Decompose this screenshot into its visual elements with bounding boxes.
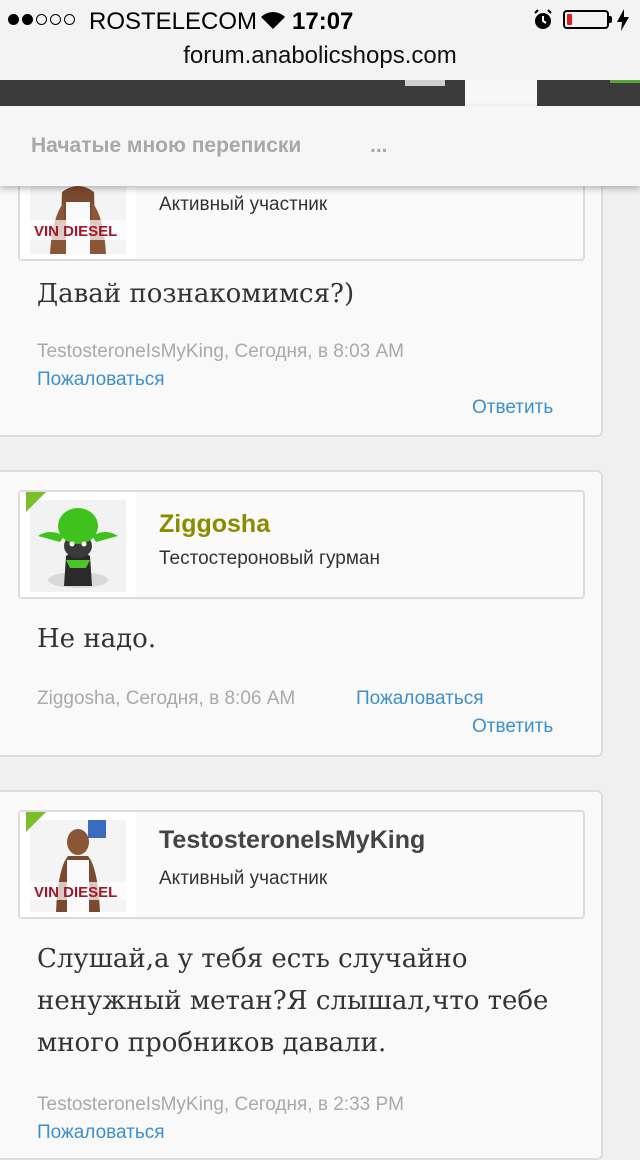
avatar-logo-text: VIN DIESEL xyxy=(34,884,117,901)
message-line: много пробников давали. xyxy=(37,1028,387,1058)
clock: 17:07 xyxy=(292,8,354,35)
post-3-avatar[interactable]: VIN DIESEL xyxy=(20,812,136,917)
started-conversations-link[interactable]: Начатые мною переписки xyxy=(31,134,301,158)
signal-strength-icon xyxy=(8,14,75,25)
status-bar: ROSTELECOM 17:07 xyxy=(0,0,640,40)
message-line: Слушай,а у тебя есть случайно xyxy=(37,944,468,974)
carrier-name: ROSTELECOM xyxy=(89,8,258,35)
post-2: Ziggosha Тестостероновый гурман Не надо.… xyxy=(0,470,603,757)
reply-link[interactable]: Ответить xyxy=(472,716,553,738)
username[interactable]: Ziggosha xyxy=(159,510,270,539)
post-1: VIN DIESEL Активный участник Давай позна… xyxy=(0,150,603,437)
post-3-user-info: VIN DIESEL TestosteroneIsMyKing Активный… xyxy=(18,810,585,919)
report-link[interactable]: Пожаловаться xyxy=(37,1122,165,1144)
post-message: Давай познакомимся?) xyxy=(37,279,355,309)
post-3: VIN DIESEL TestosteroneIsMyKing Активный… xyxy=(0,790,603,1160)
avatar-image xyxy=(30,500,126,592)
user-title: Активный участник xyxy=(159,194,328,215)
site-navbar xyxy=(0,80,640,106)
report-link[interactable]: Пожаловаться xyxy=(356,688,484,710)
report-link[interactable]: Пожаловаться xyxy=(37,369,165,391)
user-title: Активный участник xyxy=(159,868,328,889)
message-line: ненужный метан?Я слышал,что тебе xyxy=(37,986,549,1016)
post-message: Не надо. xyxy=(37,624,157,654)
user-title: Тестостероновый гурман xyxy=(159,548,380,569)
alarm-icon xyxy=(534,9,552,29)
url-text[interactable]: forum.anabolicshops.com xyxy=(0,42,640,70)
username[interactable]: TestosteroneIsMyKing xyxy=(159,826,425,855)
post-message: Слушай,а у тебя есть случайно ненужный м… xyxy=(37,938,577,1064)
wifi-icon xyxy=(261,12,285,29)
close-icon[interactable] xyxy=(405,80,445,86)
avatar-image: VIN DIESEL xyxy=(30,820,126,912)
conversations-submenu: Начатые мною переписки ... xyxy=(0,106,640,186)
post-meta: TestosteroneIsMyKing, Сегодня, в 2:33 PM xyxy=(37,1094,404,1115)
more-menu-button[interactable]: ... xyxy=(370,134,388,158)
active-nav-tab[interactable] xyxy=(465,80,537,106)
post-2-user-info: Ziggosha Тестостероновый гурман xyxy=(18,490,585,599)
post-2-avatar[interactable] xyxy=(20,492,136,597)
nav-accent xyxy=(610,80,640,83)
charging-icon xyxy=(617,9,629,31)
post-meta: Ziggosha, Сегодня, в 8:06 AM xyxy=(37,688,296,709)
post-meta: TestosteroneIsMyKing, Сегодня, в 8:03 AM xyxy=(37,341,404,362)
reply-link[interactable]: Ответить xyxy=(472,397,553,419)
address-bar[interactable]: forum.anabolicshops.com xyxy=(0,40,640,80)
battery-icon xyxy=(563,10,612,29)
avatar-logo-text: VIN DIESEL xyxy=(34,223,117,240)
